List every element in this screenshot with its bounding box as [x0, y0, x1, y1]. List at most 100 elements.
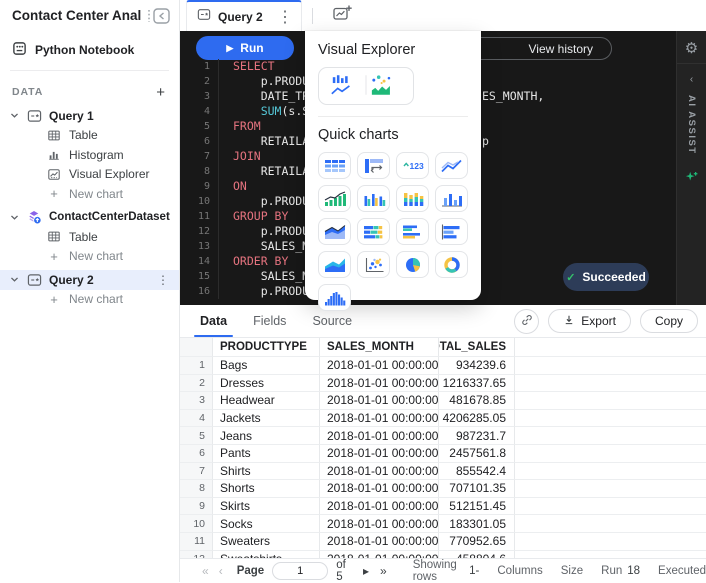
kebab-menu-icon[interactable]: ⋮ — [157, 273, 169, 287]
cell-producttype: Bags — [213, 357, 320, 375]
table-row[interactable]: 1Bags2018-01-01 00:00:00934239.6 — [180, 357, 706, 375]
cell-filler — [515, 533, 706, 551]
showing-rows-label: Showing rows — [413, 559, 464, 583]
python-notebook-item[interactable]: Python Notebook — [0, 39, 179, 61]
table-row[interactable]: 3Headwear2018-01-01 00:00:00481678.85 — [180, 392, 706, 410]
quickchart-donut-chart-button[interactable] — [435, 251, 468, 278]
cell-total-sales: 987231.7 — [439, 427, 515, 445]
quickchart-scatter-plot-button[interactable] — [357, 251, 390, 278]
table-row[interactable]: 4Jackets2018-01-01 00:00:004206285.05 — [180, 410, 706, 428]
columns-control[interactable]: Columns — [497, 565, 542, 577]
chevron-down-icon[interactable] — [10, 213, 20, 222]
tree-item-dataset-table[interactable]: Table — [0, 227, 179, 247]
visual-explorer-button[interactable] — [318, 67, 414, 105]
quickchart-area-chart-button[interactable] — [318, 251, 351, 278]
column-header-producttype[interactable]: PRODUCTTYPE — [213, 338, 320, 357]
tree-item-label: Histogram — [69, 148, 124, 162]
tree-item-contactcenterdataset[interactable]: ContactCenterDataset — [0, 208, 179, 228]
add-data-icon[interactable]: + — [156, 85, 165, 100]
cell-total-sales: 2457561.8 — [439, 445, 515, 463]
quickchart-table-button[interactable] — [318, 152, 351, 179]
quickchart-grouped-column-button[interactable] — [357, 185, 390, 212]
quickchart-column-chart-button[interactable] — [435, 185, 468, 212]
tab-kebab-menu-icon[interactable]: ⋮ — [277, 7, 293, 27]
tree-item-label: New chart — [69, 249, 123, 263]
tree-item-query2-new-chart[interactable]: + New chart — [0, 290, 179, 310]
table-row[interactable]: 10Socks2018-01-01 00:00:00183301.05 — [180, 515, 706, 533]
line-chart-icon — [440, 156, 464, 176]
quickchart-pivot-table-button[interactable] — [357, 152, 390, 179]
quickchart-pie-chart-button[interactable] — [396, 251, 429, 278]
table-row[interactable]: 6Pants2018-01-01 00:00:002457561.8 — [180, 445, 706, 463]
table-row[interactable]: 7Shirts2018-01-01 00:00:00855542.4 — [180, 463, 706, 481]
quickchart-combo-chart-button[interactable] — [318, 185, 351, 212]
ai-sparkle-icon[interactable] — [684, 169, 699, 189]
column-header-total-sales[interactable]: TOTAL_SALES — [439, 338, 515, 357]
code-fragment: p — [482, 134, 489, 149]
cell-producttype: Jackets — [213, 410, 320, 428]
quickchart-single-value-button[interactable]: 123 — [396, 152, 429, 179]
gear-icon[interactable]: ⚙ — [685, 39, 698, 57]
cell-producttype: Shorts — [213, 480, 320, 498]
cell-filler — [515, 375, 706, 393]
new-chart-tab-button[interactable] — [325, 0, 359, 31]
cell-filler — [515, 357, 706, 375]
popover-divider — [318, 116, 468, 117]
chevron-down-icon[interactable] — [10, 275, 20, 284]
table-row[interactable]: 9Skirts2018-01-01 00:00:00512151.45 — [180, 498, 706, 516]
tree-item-query-1[interactable]: Query 1 — [0, 106, 179, 126]
column-header-sales-month[interactable]: SALES_MONTH — [320, 338, 439, 357]
cell-sales-month: 2018-01-01 00:00:00 — [320, 445, 439, 463]
tab-fields[interactable]: Fields — [253, 305, 286, 337]
prev-page-icon[interactable]: ‹ — [219, 564, 223, 578]
scatter-plot-icon — [362, 255, 386, 275]
cell-sales-month: 2018-01-01 00:00:00 — [320, 480, 439, 498]
chevron-down-icon[interactable] — [10, 111, 20, 120]
tab-data[interactable]: Data — [200, 305, 227, 337]
cell-sales-month: 2018-01-01 00:00:00 — [320, 551, 439, 558]
row-number: 2 — [180, 375, 213, 393]
size-control[interactable]: Size — [561, 565, 583, 577]
new-chart-popover: Visual Explorer Quick charts 123 — [305, 31, 481, 300]
copy-button[interactable]: Copy — [640, 309, 698, 333]
tree-item-dataset-new-chart[interactable]: + New chart — [0, 247, 179, 267]
chart-plus-icon — [332, 4, 353, 27]
next-page-icon[interactable]: ▸ — [363, 564, 369, 578]
quickchart-stacked-bar-horizontal-button[interactable] — [357, 218, 390, 245]
run-button[interactable]: ▶ Run — [196, 36, 294, 60]
pivot-table-icon — [362, 156, 386, 176]
tree-item-label: ContactCenterDataset — [49, 211, 170, 223]
tab-query-2[interactable]: Query 2 ⋮ — [186, 0, 302, 31]
ai-assist-panel: ⚙ ‹ AI ASSIST — [676, 31, 706, 305]
quickchart-histogram-button[interactable] — [318, 284, 351, 311]
data-section-label: DATA — [12, 86, 156, 98]
quickchart-grouped-bar-horizontal-button[interactable] — [396, 218, 429, 245]
tree-item-query1-visual-explorer[interactable]: Visual Explorer — [0, 165, 179, 185]
table-row[interactable]: 2Dresses2018-01-01 00:00:001216337.65 — [180, 375, 706, 393]
collapse-sidebar-icon[interactable] — [141, 6, 173, 26]
table-row[interactable]: 12Sweatshirts2018-01-01 00:00:00458804.6 — [180, 551, 706, 558]
showing-rows-value: 1- — [469, 565, 479, 577]
quick-charts-grid: 123 — [318, 152, 468, 311]
table-row[interactable]: 8Shorts2018-01-01 00:00:00707101.35 — [180, 480, 706, 498]
first-page-icon[interactable]: « — [202, 564, 209, 578]
table-row[interactable]: 5Jeans2018-01-01 00:00:00987231.7 — [180, 427, 706, 445]
quickchart-bar-horizontal-button[interactable] — [435, 218, 468, 245]
tree-item-query1-new-chart[interactable]: + New chart — [0, 184, 179, 204]
chevron-left-icon[interactable]: ‹ — [690, 74, 693, 85]
table-icon — [323, 156, 347, 176]
tree-item-query-2[interactable]: Query 2 ⋮ — [0, 270, 179, 290]
last-page-icon[interactable]: » — [380, 564, 387, 578]
export-button[interactable]: Export — [548, 309, 631, 333]
table-row[interactable]: 11Sweaters2018-01-01 00:00:00770952.65 — [180, 533, 706, 551]
run-stat-value: 18 — [627, 565, 640, 577]
tree-item-query1-histogram[interactable]: Histogram — [0, 145, 179, 165]
quickchart-stacked-area-button[interactable] — [318, 218, 351, 245]
cell-producttype: Socks — [213, 515, 320, 533]
quickchart-stacked-column-button[interactable] — [396, 185, 429, 212]
app-window: Contact Center Analy… Python Notebook DA… — [0, 0, 706, 582]
tree-item-query1-table[interactable]: Table — [0, 126, 179, 146]
quickchart-line-chart-button[interactable] — [435, 152, 468, 179]
page-input[interactable] — [272, 562, 328, 580]
share-link-button[interactable] — [514, 309, 539, 334]
